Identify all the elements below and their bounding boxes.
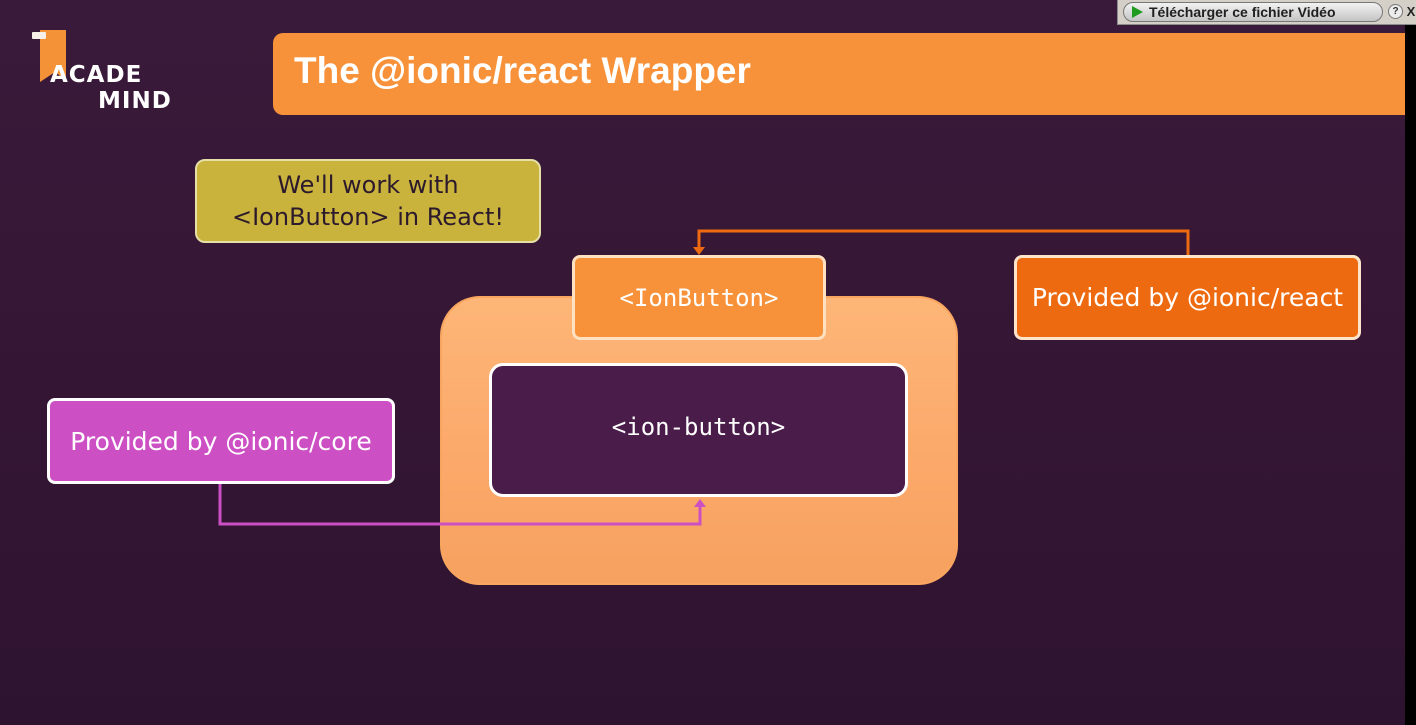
react-arrowhead-icon [693,247,705,255]
provided-by-react-label: Provided by @ionic/react [1031,283,1344,312]
play-icon [1132,6,1143,18]
provided-by-react-box: Provided by @ionic/react [1014,255,1361,340]
ionbutton-label: <IonButton> [619,283,779,312]
note-line-1: We'll work with [277,171,459,199]
ionbutton-component-box: <IonButton> [572,255,826,340]
download-toolbar: Télécharger ce fichier Vidéo ? X [1117,0,1416,25]
right-edge-strip [1405,0,1416,725]
note-line-2: <IonButton> in React! [231,203,504,231]
note-box: We'll work with <IonButton> in React! [195,159,541,243]
react-connector-line [697,229,1190,255]
logo-text-acade: ACADE [50,62,143,88]
logo-text-mind: MIND [98,88,172,114]
ion-button-web-component-box: <ion-button> [489,363,908,497]
ion-button-label: <ion-button> [611,413,786,441]
academind-logo: ACADE MIND [32,28,182,118]
download-video-button[interactable]: Télécharger ce fichier Vidéo [1123,2,1383,22]
close-button[interactable]: X [1405,3,1416,20]
title-banner: The @ionic/react Wrapper [273,33,1405,115]
download-button-label: Télécharger ce fichier Vidéo [1149,4,1336,20]
logo-flag-bar [32,32,46,39]
slide-title: The @ionic/react Wrapper [294,50,751,91]
help-button[interactable]: ? [1388,4,1403,19]
provided-by-core-label: Provided by @ionic/core [70,426,372,456]
provided-by-core-box: Provided by @ionic/core [47,398,395,484]
slide-background: ACADE MIND The @ionic/react Wrapper We'l… [0,0,1405,725]
